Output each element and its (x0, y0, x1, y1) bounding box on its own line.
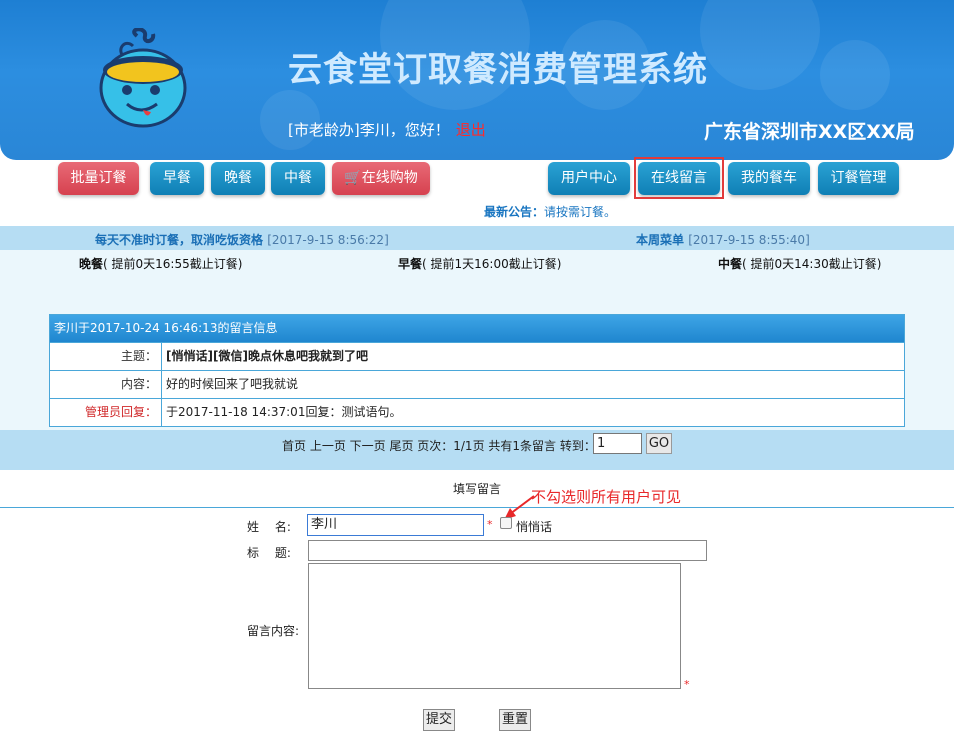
meal-deadline: ( 提前1天16:00截止订餐) (422, 257, 562, 271)
required-mark: * (487, 518, 493, 531)
annotation-text: 不勾选则所有用户可见 (531, 488, 682, 506)
form-title: 填写留言 (453, 482, 502, 496)
batch-order-button[interactable]: 批量订餐 (58, 162, 139, 195)
content-field-label: 留言内容: (247, 624, 300, 638)
bureau-name: 广东省深圳市XX区XX局 (704, 121, 915, 143)
greeting-text: [市老龄办]李川，您好！ (288, 121, 450, 139)
lunch-button[interactable]: 中餐 (271, 162, 325, 195)
meal-dinner: 晚餐( 提前0天16:55截止订餐) (79, 255, 242, 272)
meal-deadline: ( 提前0天14:30截止订餐) (742, 257, 882, 271)
notice-text[interactable]: 请按需订餐。 (544, 205, 616, 219)
page-jump-input[interactable]: 1 (593, 433, 642, 454)
content-label: 内容： (50, 371, 162, 398)
table-row: 管理员回复： 于2017-11-18 14:37:01回复：测试语句。 (50, 398, 904, 426)
table-row: 主题： [悄悄话][微信]晚点休息吧我就到了吧 (50, 342, 904, 370)
meal-breakfast: 早餐( 提前1天16:00截止订餐) (398, 255, 561, 272)
highlight-frame (634, 157, 724, 199)
user-greeting: [市老龄办]李川，您好！ 退出 (288, 119, 486, 140)
system-title: 云食堂订取餐消费管理系统 (288, 50, 708, 90)
online-shopping-button[interactable]: 🛒在线购物 (332, 162, 430, 195)
dinner-button[interactable]: 晚餐 (211, 162, 265, 195)
meal-name: 中餐 (718, 257, 743, 271)
content-value: 好的时候回来了吧我就说 (166, 377, 299, 391)
subject-input[interactable] (308, 540, 707, 561)
policy-time: [2017-9-15 8:56:22] (267, 233, 389, 247)
user-center-button[interactable]: 用户中心 (548, 162, 630, 195)
meal-deadline: ( 提前0天16:55截止订餐) (103, 257, 243, 271)
order-manage-button[interactable]: 订餐管理 (818, 162, 899, 195)
pagination-links[interactable]: 首页 上一页 下一页 尾页 页次：1/1页 共有1条留言 转到： (282, 437, 596, 454)
message-table: 李川于2017-10-24 16:46:13的留言信息 主题： [悄悄话][微信… (49, 314, 905, 427)
weekly-menu-title: 本周菜单 (636, 233, 685, 247)
weekly-menu-time: [2017-9-15 8:55:40] (688, 233, 810, 247)
policy-notice[interactable]: 每天不准时订餐，取消吃饭资格 [2017-9-15 8:56:22] (95, 231, 389, 248)
private-checkbox[interactable] (500, 517, 512, 529)
policy-title: 每天不准时订餐，取消吃饭资格 (95, 233, 264, 247)
private-label: 悄悄话 (516, 520, 553, 534)
latest-notice: 最新公告：请按需订餐。 (484, 203, 616, 220)
weekly-menu[interactable]: 本周菜单 [2017-9-15 8:55:40] (636, 231, 810, 248)
submit-button[interactable]: 提交 (423, 709, 455, 731)
required-mark: * (684, 678, 690, 691)
meal-name: 晚餐 (79, 257, 104, 271)
subject-value: [悄悄话][微信]晚点休息吧我就到了吧 (166, 349, 368, 363)
logo-icon (99, 28, 187, 128)
meal-lunch: 中餐( 提前0天14:30截止订餐) (718, 255, 881, 272)
subject-field-label: 标 题: (247, 546, 291, 560)
name-input[interactable]: 李川 (307, 514, 484, 536)
message-header: 李川于2017-10-24 16:46:13的留言信息 (50, 315, 904, 342)
breakfast-button[interactable]: 早餐 (150, 162, 204, 195)
reply-value: 于2017-11-18 14:37:01回复：测试语句。 (166, 405, 402, 419)
my-cart-button[interactable]: 我的餐车 (728, 162, 810, 195)
notice-label: 最新公告： (484, 205, 545, 219)
name-label: 姓 名: (247, 520, 291, 534)
cart-icon: 🛒 (344, 170, 362, 186)
reply-label: 管理员回复： (50, 399, 162, 426)
content-textarea[interactable] (308, 563, 681, 689)
subject-label: 主题： (50, 343, 162, 370)
form-divider (0, 507, 954, 508)
go-button[interactable]: GO (646, 433, 672, 454)
table-row: 内容： 好的时候回来了吧我就说 (50, 370, 904, 398)
shopping-label: 在线购物 (361, 170, 418, 186)
reset-button[interactable]: 重置 (499, 709, 531, 731)
meal-name: 早餐 (398, 257, 423, 271)
logout-link[interactable]: 退出 (456, 121, 486, 139)
